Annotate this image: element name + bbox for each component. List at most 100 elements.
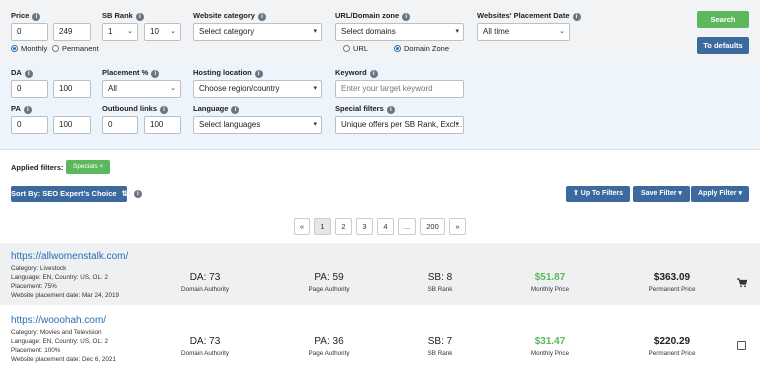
price-max-input[interactable]: 249 bbox=[53, 23, 91, 41]
site-category: Category: Livestock bbox=[11, 265, 67, 272]
site-language: Language: EN, Country: US, OL: 2 bbox=[11, 274, 108, 281]
sb-rank-max-select[interactable]: 10 ⌄ bbox=[144, 23, 181, 41]
cart-icon[interactable] bbox=[737, 278, 747, 288]
specials-filter-chip[interactable]: Specials × bbox=[66, 160, 111, 174]
applied-filters-label: Applied filters: bbox=[11, 163, 64, 172]
chevron-down-icon: ⌄ bbox=[559, 28, 565, 35]
price-min-input[interactable]: 0 bbox=[11, 23, 48, 41]
pagination-page[interactable]: 2 bbox=[335, 218, 352, 235]
pa-metric: PA: 59 Page Authority bbox=[308, 272, 350, 293]
site-category: Category: Movies and Television bbox=[11, 329, 102, 336]
info-icon[interactable]: i bbox=[231, 106, 240, 114]
url-radio[interactable]: URL bbox=[343, 44, 368, 53]
monthly-price: $51.87 Monthly Price bbox=[530, 272, 570, 293]
search-button[interactable]: Search bbox=[697, 11, 749, 28]
da-max-input[interactable]: 100 bbox=[53, 80, 91, 98]
site-placement-date: Website placement date: Dec 6, 2021 bbox=[11, 356, 116, 363]
radio-unchecked-icon bbox=[52, 45, 59, 52]
site-language: Language: EN, Country: US, OL: 2 bbox=[11, 338, 108, 345]
apply-filter-button[interactable]: Apply Filter ▾ bbox=[691, 186, 749, 202]
pagination-page[interactable]: 3 bbox=[356, 218, 373, 235]
sb-rank-min-select[interactable]: 1 ⌄ bbox=[102, 23, 138, 41]
sort-button[interactable]: Sort By: SEO Expert's Choice ⇅ bbox=[11, 186, 128, 202]
info-icon[interactable]: i bbox=[134, 190, 142, 198]
info-icon[interactable]: i bbox=[160, 106, 168, 114]
pagination-prev[interactable]: « bbox=[294, 218, 310, 235]
result-row: https://wooohah.com/ Category: Movies an… bbox=[0, 307, 760, 369]
placement-date-select[interactable]: All time ⌄ bbox=[477, 23, 570, 41]
monthly-price: $31.47 Monthly Price bbox=[530, 336, 570, 357]
chevron-down-icon: ⌄ bbox=[170, 85, 176, 92]
caret-down-icon: ▾ bbox=[455, 121, 459, 128]
pa-max-input[interactable]: 100 bbox=[53, 116, 91, 134]
sb-rank-label: SB Rank i bbox=[102, 11, 144, 21]
select-checkbox[interactable] bbox=[737, 341, 746, 350]
info-icon[interactable]: i bbox=[402, 13, 411, 21]
info-icon[interactable]: i bbox=[135, 13, 144, 21]
info-icon[interactable]: i bbox=[257, 13, 266, 21]
hosting-location-label: Hosting location i bbox=[193, 68, 263, 78]
caret-down-icon: ▾ bbox=[313, 28, 317, 35]
special-filters-select[interactable]: Unique offers per SB Rank, Excl... ▾ bbox=[335, 116, 464, 134]
domain-zone-radio[interactable]: Domain Zone bbox=[394, 44, 449, 53]
chevron-down-icon: ⌄ bbox=[170, 28, 176, 35]
radio-checked-icon bbox=[11, 45, 18, 52]
pa-label: PA i bbox=[11, 104, 32, 114]
up-to-filters-button[interactable]: ⇑ Up To Filters bbox=[566, 186, 630, 202]
info-icon[interactable]: i bbox=[386, 106, 395, 114]
placement-pct-select[interactable]: All ⌄ bbox=[102, 80, 181, 98]
info-icon[interactable]: i bbox=[572, 13, 581, 21]
site-placement: Placement: 75% bbox=[11, 283, 57, 290]
site-placement-date: Website placement date: Mar 24, 2019 bbox=[11, 292, 120, 299]
caret-down-icon: ▾ bbox=[313, 85, 317, 92]
pa-metric: PA: 36 Page Authority bbox=[308, 336, 350, 357]
special-filters-label: Special filters i bbox=[335, 104, 395, 114]
keyword-input[interactable]: Enter your target keyword bbox=[335, 80, 464, 98]
placement-pct-label: Placement % i bbox=[102, 68, 160, 78]
radio-checked-icon bbox=[394, 45, 401, 52]
info-icon[interactable]: i bbox=[369, 70, 378, 78]
caret-down-icon: ▾ bbox=[313, 121, 317, 128]
keyword-label: Keyword i bbox=[335, 68, 378, 78]
permanent-price: $220.29 Permanent Price bbox=[648, 336, 696, 357]
info-icon[interactable]: i bbox=[23, 106, 32, 114]
site-placement: Placement: 100% bbox=[11, 347, 61, 354]
chevron-down-icon: ⌄ bbox=[127, 28, 133, 35]
price-label: Price i bbox=[11, 11, 41, 21]
placement-date-label: Websites' Placement Date i bbox=[477, 11, 581, 21]
info-icon[interactable]: i bbox=[24, 70, 33, 78]
caret-down-icon: ▾ bbox=[736, 190, 742, 197]
caret-down-icon: ▾ bbox=[455, 28, 459, 35]
url-zone-select[interactable]: Select domains ▾ bbox=[335, 23, 464, 41]
price-permanent-radio[interactable]: Permanent bbox=[52, 44, 99, 53]
pagination-ellipsis: ... bbox=[398, 218, 416, 235]
hosting-location-select[interactable]: Choose region/country ▾ bbox=[193, 80, 322, 98]
site-url-link[interactable]: https://wooohah.com/ bbox=[11, 315, 106, 326]
save-filter-button[interactable]: Save Filter ▾ bbox=[633, 186, 690, 202]
website-category-select[interactable]: Select category ▾ bbox=[193, 23, 322, 41]
permanent-price: $363.09 Permanent Price bbox=[648, 272, 696, 293]
site-url-link[interactable]: https://allwomenstalk.com/ bbox=[11, 251, 128, 262]
info-icon[interactable]: i bbox=[254, 70, 263, 78]
price-monthly-radio[interactable]: Monthly bbox=[11, 44, 47, 53]
pagination-next[interactable]: » bbox=[449, 218, 466, 235]
info-icon[interactable]: i bbox=[151, 70, 160, 78]
sort-icon: ⇅ bbox=[121, 189, 128, 198]
outbound-links-label: Outbound links i bbox=[102, 104, 168, 114]
pa-min-input[interactable]: 0 bbox=[11, 116, 48, 134]
outbound-links-min-input[interactable]: 0 bbox=[102, 116, 138, 134]
pagination-page[interactable]: 4 bbox=[377, 218, 394, 235]
sb-metric: SB: 7 SB Rank bbox=[427, 336, 453, 357]
result-row: https://allwomenstalk.com/ Category: Liv… bbox=[0, 243, 760, 305]
outbound-links-max-input[interactable]: 100 bbox=[144, 116, 181, 134]
pagination-page[interactable]: 200 bbox=[420, 218, 445, 235]
da-metric: DA: 73 Domain Authority bbox=[181, 272, 229, 293]
sb-metric: SB: 8 SB Rank bbox=[427, 272, 453, 293]
radio-unchecked-icon bbox=[343, 45, 350, 52]
language-select[interactable]: Select languages ▾ bbox=[193, 116, 322, 134]
da-min-input[interactable]: 0 bbox=[11, 80, 48, 98]
to-defaults-button[interactable]: To defaults bbox=[697, 37, 749, 54]
da-label: DA i bbox=[11, 68, 33, 78]
info-icon[interactable]: i bbox=[32, 13, 41, 21]
pagination-page[interactable]: 1 bbox=[314, 218, 331, 235]
